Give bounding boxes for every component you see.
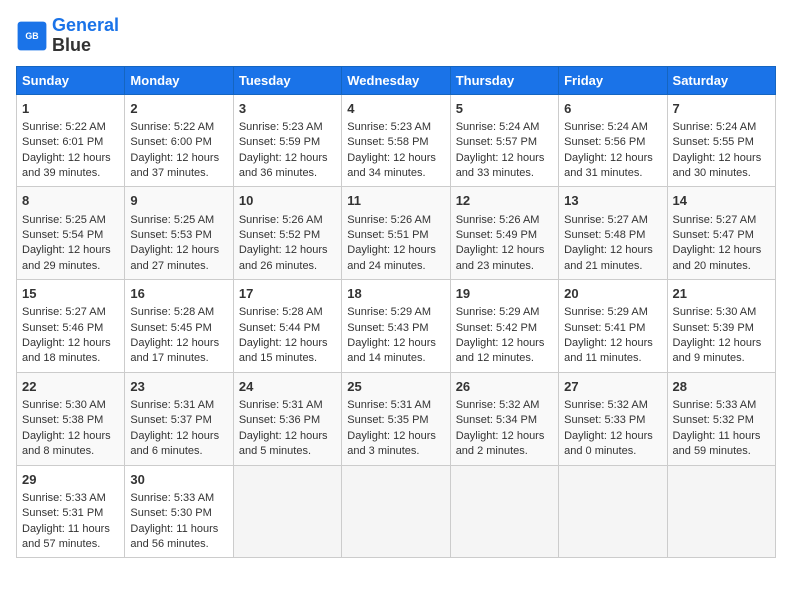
calendar-table: Sunday Monday Tuesday Wednesday Thursday… xyxy=(16,66,776,559)
week-row: 29 Sunrise: 5:33 AM Sunset: 5:31 PM Dayl… xyxy=(17,465,776,558)
table-row: 12 Sunrise: 5:26 AM Sunset: 5:49 PM Dayl… xyxy=(450,187,558,280)
table-row: 22 Sunrise: 5:30 AM Sunset: 5:38 PM Dayl… xyxy=(17,372,125,465)
col-saturday: Saturday xyxy=(667,66,775,94)
page-header: GB GeneralBlue xyxy=(16,16,776,56)
col-thursday: Thursday xyxy=(450,66,558,94)
table-row: 19 Sunrise: 5:29 AM Sunset: 5:42 PM Dayl… xyxy=(450,280,558,373)
table-row: 28 Sunrise: 5:33 AM Sunset: 5:32 PM Dayl… xyxy=(667,372,775,465)
table-row: 5 Sunrise: 5:24 AM Sunset: 5:57 PM Dayli… xyxy=(450,94,558,187)
table-row: 16 Sunrise: 5:28 AM Sunset: 5:45 PM Dayl… xyxy=(125,280,233,373)
week-row: 15 Sunrise: 5:27 AM Sunset: 5:46 PM Dayl… xyxy=(17,280,776,373)
table-row: 20 Sunrise: 5:29 AM Sunset: 5:41 PM Dayl… xyxy=(559,280,667,373)
table-row: 13 Sunrise: 5:27 AM Sunset: 5:48 PM Dayl… xyxy=(559,187,667,280)
empty-cell xyxy=(342,465,450,558)
table-row: 11 Sunrise: 5:26 AM Sunset: 5:51 PM Dayl… xyxy=(342,187,450,280)
table-row: 25 Sunrise: 5:31 AM Sunset: 5:35 PM Dayl… xyxy=(342,372,450,465)
header-row: Sunday Monday Tuesday Wednesday Thursday… xyxy=(17,66,776,94)
table-row: 24 Sunrise: 5:31 AM Sunset: 5:36 PM Dayl… xyxy=(233,372,341,465)
empty-cell xyxy=(667,465,775,558)
table-row: 4 Sunrise: 5:23 AM Sunset: 5:58 PM Dayli… xyxy=(342,94,450,187)
week-row: 8 Sunrise: 5:25 AM Sunset: 5:54 PM Dayli… xyxy=(17,187,776,280)
week-row: 22 Sunrise: 5:30 AM Sunset: 5:38 PM Dayl… xyxy=(17,372,776,465)
logo-text: GeneralBlue xyxy=(52,16,119,56)
col-monday: Monday xyxy=(125,66,233,94)
table-row: 10 Sunrise: 5:26 AM Sunset: 5:52 PM Dayl… xyxy=(233,187,341,280)
table-row: 23 Sunrise: 5:31 AM Sunset: 5:37 PM Dayl… xyxy=(125,372,233,465)
table-row: 15 Sunrise: 5:27 AM Sunset: 5:46 PM Dayl… xyxy=(17,280,125,373)
table-row: 27 Sunrise: 5:32 AM Sunset: 5:33 PM Dayl… xyxy=(559,372,667,465)
empty-cell xyxy=(233,465,341,558)
logo: GB GeneralBlue xyxy=(16,16,119,56)
table-row: 30 Sunrise: 5:33 AM Sunset: 5:30 PM Dayl… xyxy=(125,465,233,558)
table-row: 26 Sunrise: 5:32 AM Sunset: 5:34 PM Dayl… xyxy=(450,372,558,465)
col-wednesday: Wednesday xyxy=(342,66,450,94)
col-tuesday: Tuesday xyxy=(233,66,341,94)
empty-cell xyxy=(450,465,558,558)
empty-cell xyxy=(559,465,667,558)
table-row: 9 Sunrise: 5:25 AM Sunset: 5:53 PM Dayli… xyxy=(125,187,233,280)
table-row: 2 Sunrise: 5:22 AM Sunset: 6:00 PM Dayli… xyxy=(125,94,233,187)
table-row: 1Sunrise: 5:22 AMSunset: 6:01 PMDaylight… xyxy=(17,94,125,187)
table-row: 7 Sunrise: 5:24 AM Sunset: 5:55 PM Dayli… xyxy=(667,94,775,187)
col-sunday: Sunday xyxy=(17,66,125,94)
col-friday: Friday xyxy=(559,66,667,94)
table-row: 3 Sunrise: 5:23 AM Sunset: 5:59 PM Dayli… xyxy=(233,94,341,187)
week-row: 1Sunrise: 5:22 AMSunset: 6:01 PMDaylight… xyxy=(17,94,776,187)
table-row: 21 Sunrise: 5:30 AM Sunset: 5:39 PM Dayl… xyxy=(667,280,775,373)
table-row: 8 Sunrise: 5:25 AM Sunset: 5:54 PM Dayli… xyxy=(17,187,125,280)
table-row: 29 Sunrise: 5:33 AM Sunset: 5:31 PM Dayl… xyxy=(17,465,125,558)
logo-icon: GB xyxy=(16,20,48,52)
table-row: 18 Sunrise: 5:29 AM Sunset: 5:43 PM Dayl… xyxy=(342,280,450,373)
table-row: 17 Sunrise: 5:28 AM Sunset: 5:44 PM Dayl… xyxy=(233,280,341,373)
table-row: 6 Sunrise: 5:24 AM Sunset: 5:56 PM Dayli… xyxy=(559,94,667,187)
svg-text:GB: GB xyxy=(25,31,38,41)
table-row: 14 Sunrise: 5:27 AM Sunset: 5:47 PM Dayl… xyxy=(667,187,775,280)
